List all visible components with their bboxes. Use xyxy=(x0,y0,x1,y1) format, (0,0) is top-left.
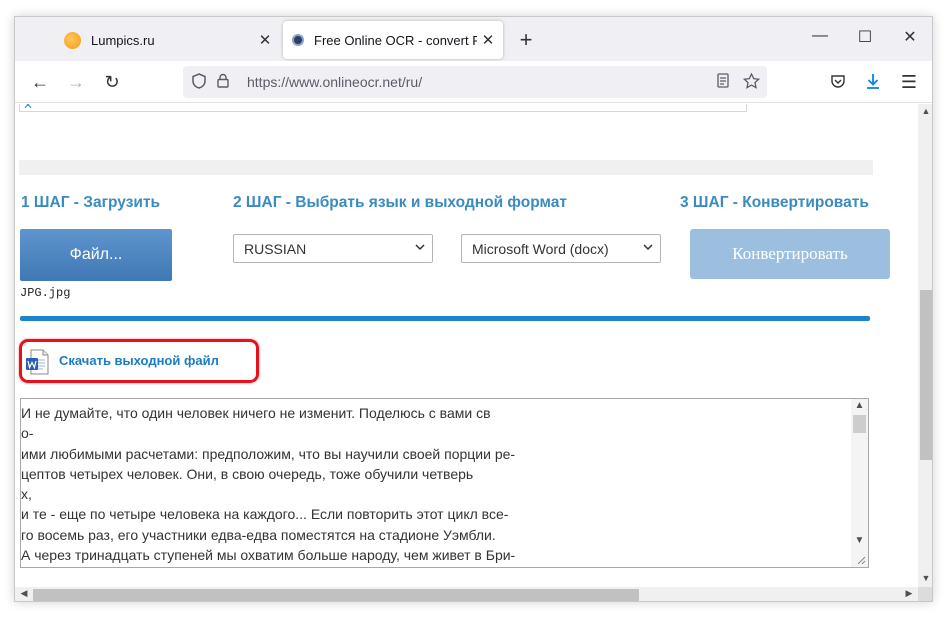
step-2-heading: 2 ШАГ - Выбрать язык и выходной формат xyxy=(233,194,567,211)
tab-strip: Lumpics.ru ✕ Free Online OCR - convert P… xyxy=(15,17,932,61)
menu-icon[interactable]: ☰ xyxy=(896,70,922,94)
page-vertical-scrollbar[interactable]: ▲ ▼ xyxy=(918,104,932,587)
result-line: го восемь раз, его участники едва-едва п… xyxy=(21,526,496,543)
output-format-select[interactable]: Microsoft Word (docx) xyxy=(461,234,661,263)
scroll-down-icon[interactable]: ▼ xyxy=(851,535,868,546)
pocket-icon[interactable] xyxy=(825,70,851,94)
close-window-button[interactable]: ✕ xyxy=(896,27,924,51)
scrollbar-thumb[interactable] xyxy=(920,290,932,460)
scroll-up-icon[interactable]: ▲ xyxy=(918,106,932,116)
close-icon[interactable]: ✕ xyxy=(254,31,276,49)
output-format-value: Microsoft Word (docx) xyxy=(472,240,609,257)
result-line: х, xyxy=(21,486,32,503)
new-tab-button[interactable]: + xyxy=(513,27,539,53)
convert-button[interactable]: Конвертировать xyxy=(690,229,890,279)
reader-view-icon[interactable] xyxy=(711,73,735,91)
minimize-button[interactable]: — xyxy=(806,27,834,51)
download-highlight: Скачать выходной файл xyxy=(19,339,259,383)
forward-button[interactable]: → xyxy=(63,70,89,94)
file-upload-button[interactable]: Файл... xyxy=(20,229,172,281)
progress-divider xyxy=(20,316,870,321)
result-line: о- xyxy=(21,425,34,442)
result-line: И не думайте, что один человек ничего не… xyxy=(21,405,491,421)
address-bar[interactable]: https://www.onlineocr.net/ru/ xyxy=(183,66,767,98)
close-icon[interactable]: ✕ xyxy=(477,31,499,49)
scroll-down-icon[interactable]: ▼ xyxy=(918,573,932,583)
uploaded-file-name: JPG.jpg xyxy=(20,286,71,300)
lock-icon[interactable] xyxy=(211,73,235,91)
scrollbar-corner xyxy=(918,587,932,601)
result-line: А через тринадцать ступеней мы охватим б… xyxy=(21,547,516,564)
scroll-right-icon[interactable]: ▶ xyxy=(901,588,917,599)
url-text: https://www.onlineocr.net/ru/ xyxy=(247,74,423,90)
download-icon[interactable] xyxy=(860,70,886,94)
scrollbar-thumb[interactable] xyxy=(853,415,866,433)
tab-title: Free Online OCR - convert PDF to xyxy=(314,32,477,48)
browser-window: Lumpics.ru ✕ Free Online OCR - convert P… xyxy=(14,16,933,602)
onlineocr-icon xyxy=(292,34,304,46)
chevron-down-icon xyxy=(643,244,653,251)
maximize-button[interactable]: ☐ xyxy=(851,27,879,51)
navigation-bar: ← → ↻ https://www.onlineocr.net/ru/ ☰ xyxy=(15,61,932,103)
orange-circle-icon xyxy=(64,31,81,49)
step-1-heading: 1 ШАГ - Загрузить xyxy=(21,194,161,211)
result-line: ими любимыми расчетами: предположим, что… xyxy=(21,445,516,462)
language-select-value: RUSSIAN xyxy=(244,240,307,257)
shield-icon[interactable] xyxy=(187,72,211,92)
scroll-left-icon[interactable]: ◀ xyxy=(16,588,32,599)
result-line: и те - еще по четыре человека на каждого… xyxy=(21,506,509,523)
word-document-icon[interactable] xyxy=(25,349,51,375)
scrollbar-thumb[interactable] xyxy=(33,589,639,601)
download-output-link[interactable]: Скачать выходной файл xyxy=(59,353,219,368)
star-icon[interactable] xyxy=(739,71,763,92)
tab-title: Lumpics.ru xyxy=(91,32,155,48)
language-select[interactable]: RUSSIAN xyxy=(233,234,433,263)
textarea-scrollbar[interactable]: ▲ ▼ xyxy=(851,399,868,567)
resize-grip-icon[interactable] xyxy=(856,555,866,565)
step-3-heading: 3 ШАГ - Конвертировать xyxy=(680,194,869,211)
tab-lumpics[interactable]: Lumpics.ru ✕ xyxy=(56,21,280,59)
scroll-up-icon[interactable]: ▲ xyxy=(851,400,868,411)
partial-panel xyxy=(19,104,747,112)
result-textarea[interactable]: И не думайте, что один человек ничего не… xyxy=(20,398,869,568)
back-button[interactable]: ← xyxy=(27,70,53,94)
separator-band xyxy=(19,160,873,175)
result-text-lines: И не думайте, что один человек ничего не… xyxy=(21,403,515,565)
tab-onlineocr[interactable]: Free Online OCR - convert PDF to ✕ xyxy=(283,21,503,59)
result-line: цептов четырех человек. Они, в свою очер… xyxy=(21,465,474,482)
page-viewport: ✕ 1 ШАГ - Загрузить 2 ШАГ - Выбрать язык… xyxy=(15,104,918,587)
page-horizontal-scrollbar[interactable]: ◀ ▶ xyxy=(15,587,918,601)
close-icon[interactable]: ✕ xyxy=(23,104,33,112)
chevron-down-icon xyxy=(415,244,425,251)
reload-button[interactable]: ↻ xyxy=(99,70,125,94)
